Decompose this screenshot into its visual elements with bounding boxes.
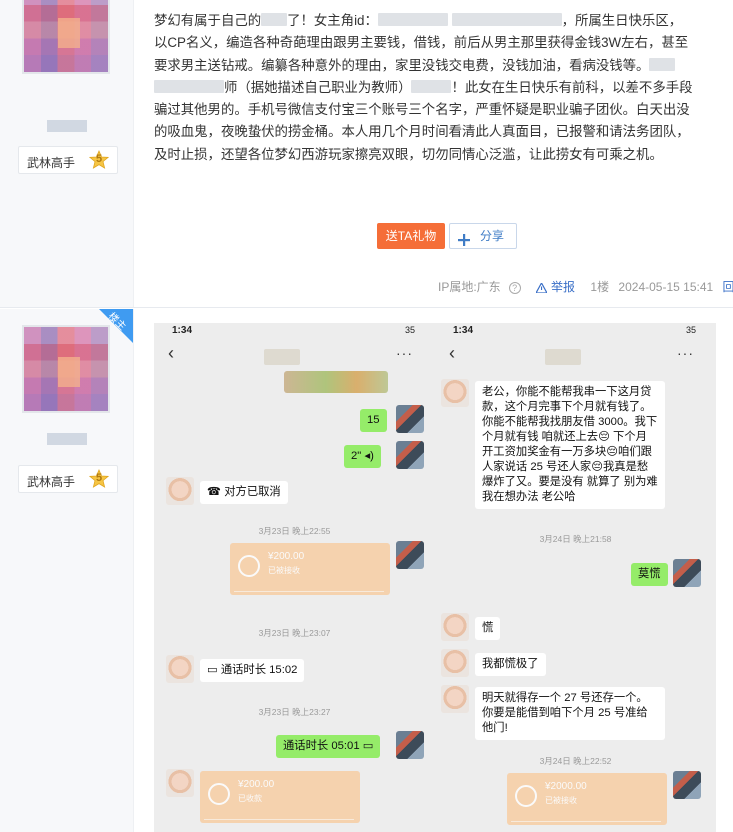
phone-icon: ☎ [207,486,222,498]
voice-wave-icon: ◂) [364,450,374,462]
redacted-text [261,13,288,26]
chat-bubble-sent: 莫慌 [631,563,668,586]
level-number: 5 [95,472,103,484]
chat-bubble-received: 老公，你能不能帮我串一下这月贷款，这个月完事下个月就有钱了。你能不能帮我找朋友借… [475,381,665,509]
user-rank-badge: 武林高手 5 [18,465,118,493]
chat-screenshot-right: 1:34 35 ‹ ··· 老公，你能不能帮我串一下这月贷款，这个月完事下个月就有钱… [435,323,716,832]
check-circle-icon [515,785,537,807]
reply-link[interactable]: 回复 [723,280,733,294]
food-photo-message [284,371,388,393]
post-body: 梦幻有属于自己的 了！女主角id： ，所属生日快乐区， 以CP名义，编造各种奇葩理… [154,10,720,166]
transfer-card: ¥2000.00 已被接收 [507,773,667,825]
call-cancelled-bubble: ☎ 对方已取消 [200,481,288,504]
level-number: 5 [95,153,103,165]
plus-share-icon [458,230,470,246]
receiver-avatar [441,649,469,677]
post-datetime: 2024-05-15 15:41 [618,280,714,294]
sender-avatar [673,771,701,799]
post-line: 及时止损，还望各位梦幻西游玩家擦亮双眼，切勿同情心泛滥，让此捞女有可乘之机。 [154,146,663,162]
sender-avatar [396,441,424,469]
warning-icon [536,283,548,293]
post-line: 梦幻有属于自己的 了！女主角id： ，所属生日快乐区， [154,13,683,28]
receiver-avatar [441,379,469,407]
chat-bubble-received: 我都慌极了 [475,653,546,676]
transfer-card: ¥200.00 已被接收 [230,543,390,595]
transfer-card: ¥200.00 已收款 [200,771,360,823]
user-rank-badge: 武林高手 5 [18,146,118,174]
redacted-text [377,13,448,26]
voice-message-bubble: 2" ◂) [344,445,381,468]
sender-avatar [396,731,424,759]
video-call-icon: ▭ [362,740,374,752]
redacted-text [451,13,562,26]
post-line: 骗过其他男的。手机号微信支付宝三个账号三个名字，严重怀疑是职业骗子团伙。白天出没 [154,102,690,118]
chat-timestamp: 3月23日 晚上23:07 [258,628,331,638]
post-line: 要求男主送钻戒。编纂各种意外的理由，家里没钱交电费，没钱加油，看病没钱等。 [154,55,720,77]
chat-timestamp: 3月23日 晚上22:55 [258,526,331,536]
user-sidebar: 楼主 武林高手 5 [0,309,134,832]
chat-screenshot-left: 1:34 35 ‹ ··· 15 2" ◂) ☎ 对方已取消 3月23日 晚上22:… [154,323,435,832]
chat-timestamp: 3月24日 晚上21:58 [539,534,612,544]
floor-number: 1楼 [590,280,610,294]
receiver-avatar [166,769,194,797]
sender-avatar [673,559,701,587]
post-line: 师（据她描述自己职业为教师） ！此女在生日快乐有前科，以差不多手段 [154,77,720,99]
call-duration-bubble: ▭ 通话时长 15:02 [200,659,305,682]
help-icon[interactable]: ? [508,282,521,294]
chat-screenshot-image[interactable]: 1:34 35 ‹ ··· 15 2" ◂) ☎ 对方已取消 3月23日 晚上22:… [154,323,716,832]
receiver-avatar [441,685,469,713]
redacted-text [411,79,452,93]
post-line: 以CP名义，编造各种奇葩理由跟男主要钱，借钱，前后从男主那里获得金钱3W左右，甚… [154,35,689,51]
back-arrow-icon: ‹ [449,343,455,363]
chat-nav-bar: ‹ ··· [435,341,716,371]
user-sidebar: 武林高手 5 [0,0,134,307]
share-label: 分享 [480,229,505,243]
user-avatar[interactable] [22,0,110,74]
chat-timestamp: 3月23日 晚上23:27 [258,707,331,717]
level-star-icon: 5 [88,149,110,170]
phone-status-bar: 1:34 35 [172,325,415,336]
post-line: 的吸血鬼，夜晚蛰伏的捞金桶。本人用几个月时间看清此人真面目，已报警和请法务团队， [154,124,690,140]
receiver-avatar [166,477,194,505]
rank-label: 武林高手 [27,475,76,489]
redacted-text [649,57,676,71]
user-avatar[interactable] [22,325,110,413]
check-circle-icon [208,783,230,805]
chat-bubble-received: 慌 [475,617,501,640]
username-blurred[interactable] [47,433,87,445]
back-arrow-icon: ‹ [168,343,174,363]
sender-avatar [396,541,424,569]
check-circle-icon [238,555,260,577]
phone-status-bar: 1:34 35 [453,325,696,336]
ip-location: IP属地:广东? [438,280,527,294]
chat-timestamp: 3月24日 晚上22:52 [539,756,612,766]
receiver-avatar [166,655,194,683]
redacted-text [154,79,224,93]
video-call-icon: ▭ [207,664,218,676]
chat-nav-bar: ‹ ··· [154,341,435,371]
chat-bubble-sent: 15 [360,409,387,432]
send-gift-button[interactable]: 送TA礼物 [377,223,445,249]
post-floor-1: 武林高手 5 梦幻有属于自己的 了！女主角id： ，所属生日快乐区， 以CP名义，… [0,0,733,308]
call-duration-bubble-sent: 通话时长 05:01 ▭ [276,735,381,758]
level-star-icon: 5 [88,468,110,489]
chat-bubble-received: 明天就得存一个 27 号还存一个。你要是能借到咱下个月 25 号准给他门! [475,687,665,740]
receiver-avatar [441,613,469,641]
chat-title-blurred [545,349,581,365]
post-meta: IP属地:广东? 举报 1楼 2024-05-15 15:41 回复 [438,278,733,295]
more-dots-icon: ··· [396,345,413,361]
chat-title-blurred [264,349,300,365]
report-link[interactable]: 举报 [536,280,581,294]
share-button[interactable]: 分享 [449,223,517,249]
username-blurred[interactable] [47,120,87,132]
rank-label: 武林高手 [27,156,76,170]
sender-avatar [396,405,424,433]
post-floor-2: 楼主 武林高手 5 1:34 35 ‹ ··· 15 2" ◂) ☎ 对方已取消 3… [0,309,733,832]
more-dots-icon: ··· [677,345,694,361]
